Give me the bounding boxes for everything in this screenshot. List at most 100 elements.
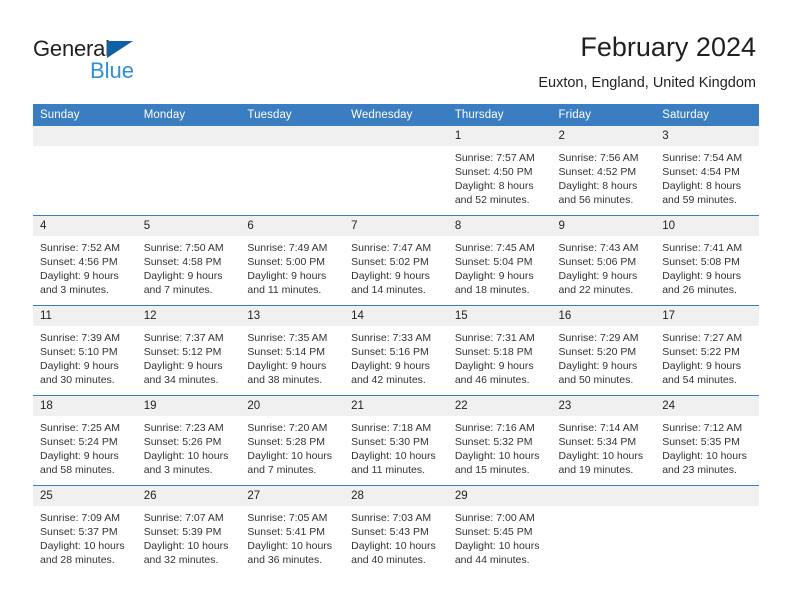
calendar-day-cell[interactable]: 2 Sunrise: 7:56 AM Sunset: 4:52 PM Daylight…: [551, 126, 656, 216]
calendar-day-cell[interactable]: 6 Sunrise: 7:49 AM Sunset: 5:00 PM Daylight…: [240, 215, 345, 306]
sunset-text: Sunset: 5:37 PM: [40, 526, 118, 538]
day-sun-details: Sunrise: 7:31 AM Sunset: 5:18 PM Daylight:…: [448, 326, 552, 387]
sunset-text: Sunset: 5:00 PM: [247, 256, 326, 268]
sunrise-text: Sunrise: 7:54 AM: [662, 152, 743, 164]
sunset-text: Sunset: 5:45 PM: [454, 526, 533, 538]
calendar-day-cell[interactable]: 24 Sunrise: 7:12 AM Sunset: 5:35 PM Dayligh…: [655, 395, 759, 486]
sunset-text: Sunset: 5:41 PM: [247, 526, 326, 538]
daylight-text: Daylight: 9 hours and 22 minutes.: [558, 270, 638, 296]
day-number: 9: [551, 216, 656, 236]
calendar-day-cell[interactable]: 18 Sunrise: 7:25 AM Sunset: 5:24 PM Dayligh…: [33, 395, 137, 486]
daylight-text: Daylight: 9 hours and 3 minutes.: [40, 270, 119, 296]
sunrise-text: Sunrise: 7:39 AM: [40, 332, 120, 344]
calendar-week-row: 4 Sunrise: 7:52 AM Sunset: 4:56 PM Daylight…: [33, 215, 759, 306]
sunrise-text: Sunrise: 7:47 AM: [351, 242, 432, 254]
day-number: 18: [33, 396, 137, 416]
day-sun-details: Sunrise: 7:39 AM Sunset: 5:10 PM Daylight:…: [33, 326, 137, 387]
calendar-day-cell[interactable]: 7 Sunrise: 7:47 AM Sunset: 5:02 PM Daylight…: [344, 215, 448, 306]
calendar-day-cell[interactable]: 25 Sunrise: 7:09 AM Sunset: 5:37 PM Dayligh…: [33, 485, 137, 575]
calendar-day-cell[interactable]: 28 Sunrise: 7:03 AM Sunset: 5:43 PM Dayligh…: [344, 485, 448, 575]
calendar-day-cell[interactable]: 26 Sunrise: 7:07 AM Sunset: 5:39 PM Dayligh…: [136, 485, 241, 575]
sunset-text: Sunset: 5:43 PM: [351, 526, 429, 538]
daylight-text: Daylight: 8 hours and 52 minutes.: [454, 180, 534, 206]
sunset-text: Sunset: 5:12 PM: [143, 346, 222, 358]
calendar-grid: Sunday Monday Tuesday Wednesday Thursday Frid…: [33, 104, 759, 575]
sunrise-text: Sunrise: 7:12 AM: [662, 422, 743, 434]
day-number: 23: [551, 396, 656, 416]
daylight-text: Daylight: 9 hours and 7 minutes.: [143, 270, 223, 296]
calendar-day-cell[interactable]: 11 Sunrise: 7:39 AM Sunset: 5:10 PM Dayligh…: [33, 305, 137, 396]
calendar-day-cell[interactable]: 8 Sunrise: 7:45 AM Sunset: 5:04 PM Daylight…: [447, 215, 552, 306]
day-number: 4: [33, 216, 137, 236]
sunrise-text: Sunrise: 7:31 AM: [454, 332, 535, 344]
sunrise-text: Sunrise: 7:29 AM: [558, 332, 639, 344]
sunset-text: Sunset: 5:24 PM: [40, 436, 118, 448]
day-number: 3: [655, 126, 759, 146]
weekday-header-saturday: Saturday: [655, 104, 759, 126]
day-sun-details: Sunrise: 7:41 AM Sunset: 5:08 PM Daylight:…: [655, 236, 759, 297]
calendar-page: General Blue February 2024 Euxton, Engla…: [0, 0, 792, 612]
sunset-text: Sunset: 5:04 PM: [454, 256, 533, 268]
day-number: 19: [136, 396, 241, 416]
calendar-day-cell[interactable]: 21 Sunrise: 7:18 AM Sunset: 5:30 PM Dayligh…: [344, 395, 448, 486]
day-number: 6: [240, 216, 345, 236]
calendar-day-cell-empty: [551, 485, 656, 575]
daylight-text: Daylight: 10 hours and 7 minutes.: [247, 450, 333, 476]
calendar-day-cell[interactable]: 5 Sunrise: 7:50 AM Sunset: 4:58 PM Daylight…: [136, 215, 241, 306]
weekday-header-row: Sunday Monday Tuesday Wednesday Thursday Frid…: [33, 104, 759, 126]
day-sun-details: Sunrise: 7:52 AM Sunset: 4:56 PM Daylight:…: [33, 236, 137, 297]
day-number: 12: [136, 306, 241, 326]
calendar-day-cell[interactable]: 13 Sunrise: 7:35 AM Sunset: 5:14 PM Dayligh…: [240, 305, 345, 396]
calendar-day-cell[interactable]: 29 Sunrise: 7:00 AM Sunset: 5:45 PM Dayligh…: [447, 485, 552, 575]
day-sun-details: Sunrise: 7:16 AM Sunset: 5:32 PM Daylight:…: [448, 416, 552, 477]
calendar-day-cell[interactable]: 4 Sunrise: 7:52 AM Sunset: 4:56 PM Daylight…: [33, 215, 137, 306]
daylight-text: Daylight: 10 hours and 11 minutes.: [351, 450, 436, 476]
calendar-day-cell[interactable]: 1 Sunrise: 7:57 AM Sunset: 4:50 PM Daylight…: [447, 126, 552, 216]
daylight-text: Daylight: 9 hours and 54 minutes.: [662, 360, 742, 386]
sunrise-text: Sunrise: 7:35 AM: [247, 332, 328, 344]
sunset-text: Sunset: 5:18 PM: [454, 346, 533, 358]
calendar-week-row: 1 Sunrise: 7:57 AM Sunset: 4:50 PM Daylight…: [33, 126, 759, 216]
sunrise-text: Sunrise: 7:27 AM: [662, 332, 743, 344]
sunrise-text: Sunrise: 7:09 AM: [40, 512, 120, 524]
sunset-text: Sunset: 4:58 PM: [143, 256, 222, 268]
calendar-week-row: 18 Sunrise: 7:25 AM Sunset: 5:24 PM Dayligh…: [33, 395, 759, 486]
calendar-day-cell[interactable]: 14 Sunrise: 7:33 AM Sunset: 5:16 PM Dayligh…: [344, 305, 448, 396]
calendar-day-cell[interactable]: 17 Sunrise: 7:27 AM Sunset: 5:22 PM Dayligh…: [655, 305, 759, 396]
daylight-text: Daylight: 10 hours and 32 minutes.: [143, 540, 229, 566]
day-number: [33, 126, 137, 146]
calendar-day-cell[interactable]: 27 Sunrise: 7:05 AM Sunset: 5:41 PM Dayligh…: [240, 485, 345, 575]
day-number: 25: [33, 486, 137, 506]
weekday-header-tuesday: Tuesday: [240, 104, 345, 126]
calendar-day-cell[interactable]: 22 Sunrise: 7:16 AM Sunset: 5:32 PM Dayligh…: [447, 395, 552, 486]
calendar-day-cell[interactable]: 15 Sunrise: 7:31 AM Sunset: 5:18 PM Dayligh…: [447, 305, 552, 396]
calendar-day-cell[interactable]: 9 Sunrise: 7:43 AM Sunset: 5:06 PM Daylight…: [551, 215, 656, 306]
calendar-day-cell-empty: [344, 126, 448, 216]
weekday-header-thursday: Thursday: [447, 104, 552, 126]
calendar-day-cell[interactable]: 3 Sunrise: 7:54 AM Sunset: 4:54 PM Daylight…: [655, 126, 759, 216]
day-sun-details: Sunrise: 7:20 AM Sunset: 5:28 PM Daylight:…: [240, 416, 344, 477]
calendar-header-row: Sunday Monday Tuesday Wednesday Thursday Frid…: [33, 104, 759, 126]
sunset-text: Sunset: 5:16 PM: [351, 346, 429, 358]
calendar-day-cell[interactable]: 12 Sunrise: 7:37 AM Sunset: 5:12 PM Dayligh…: [136, 305, 241, 396]
calendar-day-cell[interactable]: 20 Sunrise: 7:20 AM Sunset: 5:28 PM Dayligh…: [240, 395, 345, 486]
day-number: 27: [240, 486, 345, 506]
calendar-day-cell[interactable]: 10 Sunrise: 7:41 AM Sunset: 5:08 PM Dayligh…: [655, 215, 759, 306]
day-number: 1: [447, 126, 552, 146]
calendar-day-cell[interactable]: 16 Sunrise: 7:29 AM Sunset: 5:20 PM Dayligh…: [551, 305, 656, 396]
calendar-day-cell[interactable]: 23 Sunrise: 7:14 AM Sunset: 5:34 PM Dayligh…: [551, 395, 656, 486]
daylight-text: Daylight: 9 hours and 38 minutes.: [247, 360, 327, 386]
day-sun-details: Sunrise: 7:56 AM Sunset: 4:52 PM Daylight:…: [552, 146, 656, 207]
day-number: 24: [655, 396, 759, 416]
day-number: 16: [551, 306, 656, 326]
day-sun-details: Sunrise: 7:47 AM Sunset: 5:02 PM Daylight:…: [344, 236, 448, 297]
calendar-day-cell[interactable]: 19 Sunrise: 7:23 AM Sunset: 5:26 PM Dayligh…: [136, 395, 241, 486]
daylight-text: Daylight: 9 hours and 46 minutes.: [454, 360, 534, 386]
daylight-text: Daylight: 8 hours and 59 minutes.: [662, 180, 742, 206]
sunset-text: Sunset: 5:20 PM: [558, 346, 637, 358]
sunset-text: Sunset: 4:54 PM: [662, 166, 740, 178]
daylight-text: Daylight: 9 hours and 18 minutes.: [454, 270, 534, 296]
day-number: 20: [240, 396, 345, 416]
daylight-text: Daylight: 10 hours and 40 minutes.: [351, 540, 436, 566]
sunset-text: Sunset: 4:56 PM: [40, 256, 118, 268]
